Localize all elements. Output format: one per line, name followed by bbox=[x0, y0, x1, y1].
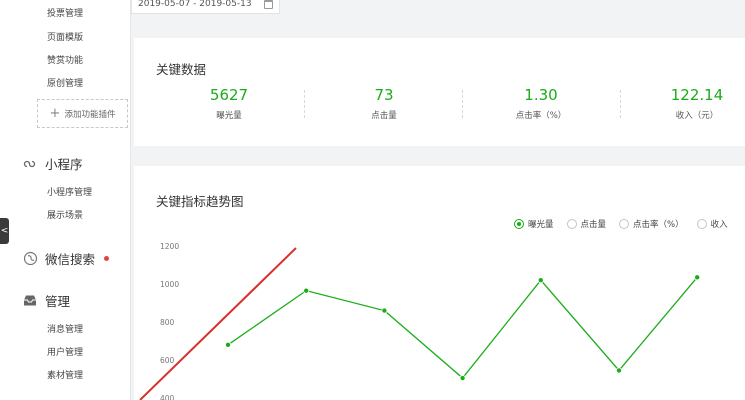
sidebar-section-management[interactable]: 管理 bbox=[22, 291, 70, 310]
metric-ctr: 1.30 点击率（%） bbox=[476, 86, 606, 121]
y-tick-label: 400 bbox=[160, 394, 175, 400]
metric-exposure: 5627 曝光量 bbox=[164, 86, 294, 121]
data-point bbox=[225, 341, 232, 348]
sidebar-item-message-management[interactable]: 消息管理 bbox=[47, 322, 83, 335]
date-range-picker[interactable]: 2019-05-07 - 2019-05-13 bbox=[131, 0, 280, 14]
y-tick-label: 800 bbox=[160, 318, 175, 327]
trend-line-chart: 1200 1000 800 600 400 bbox=[160, 242, 701, 400]
metric-value: 73 bbox=[374, 86, 394, 104]
metric-label: 收入（元） bbox=[675, 111, 719, 121]
data-point bbox=[381, 307, 388, 314]
metric-value: 1.30 bbox=[524, 86, 558, 104]
sidebar: 投票管理 页面模版 赞赏功能 原创管理 + 添加功能插件 小程序 小程序管理 展… bbox=[0, 0, 131, 400]
data-point bbox=[303, 287, 310, 294]
wechat-search-icon bbox=[22, 251, 38, 267]
sidebar-item-original[interactable]: 原创管理 bbox=[47, 76, 83, 89]
metric-label: 点击量 bbox=[371, 111, 397, 121]
y-tick-label: 1200 bbox=[160, 242, 179, 251]
chevron-left-icon: < bbox=[0, 226, 9, 236]
section-title: 小程序 bbox=[45, 157, 83, 172]
key-data-card: 关键数据 5627 曝光量 73 点击量 1.30 点击率（%） 122.14 … bbox=[134, 38, 745, 146]
data-point bbox=[694, 274, 701, 281]
data-point bbox=[459, 375, 466, 382]
metric-divider bbox=[620, 90, 621, 118]
metric-value: 5627 bbox=[209, 86, 249, 104]
sidebar-item-user-management[interactable]: 用户管理 bbox=[47, 345, 83, 358]
calendar-icon bbox=[263, 0, 273, 9]
inbox-icon bbox=[22, 293, 38, 309]
metric-label: 点击率（%） bbox=[515, 111, 567, 121]
add-plugin-button[interactable]: + 添加功能插件 bbox=[37, 99, 128, 128]
metric-income: 122.14 收入（元） bbox=[632, 86, 745, 121]
series-line-exposure bbox=[227, 276, 698, 379]
sidebar-item-vote-management[interactable]: 投票管理 bbox=[47, 6, 83, 19]
sidebar-section-wechat-search[interactable]: 微信搜索 bbox=[22, 249, 110, 268]
sidebar-item-material-management[interactable]: 素材管理 bbox=[47, 368, 83, 381]
plus-icon: + bbox=[49, 106, 61, 121]
section-title: 管理 bbox=[45, 294, 71, 309]
date-range-value: 2019-05-07 - 2019-05-13 bbox=[138, 0, 252, 9]
sidebar-item-display-scene[interactable]: 展示场景 bbox=[47, 208, 83, 221]
sidebar-section-mini-program[interactable]: 小程序 bbox=[22, 154, 83, 173]
trend-card: 关键指标趋势图 曝光量 点击量 点击率（%） 收入 1200 1000 800 600… bbox=[134, 166, 745, 400]
sidebar-collapse-button[interactable]: < bbox=[0, 218, 9, 244]
add-plugin-label: 添加功能插件 bbox=[64, 109, 116, 120]
metric-label: 曝光量 bbox=[216, 111, 242, 121]
metric-clicks: 73 点击量 bbox=[319, 86, 449, 121]
section-title: 微信搜索 bbox=[45, 252, 96, 267]
sidebar-item-reward[interactable]: 赞赏功能 bbox=[47, 53, 83, 66]
sidebar-item-mini-program-management[interactable]: 小程序管理 bbox=[47, 185, 92, 198]
notification-dot bbox=[104, 256, 110, 261]
metric-value: 122.14 bbox=[670, 86, 724, 104]
sidebar-item-page-template[interactable]: 页面模版 bbox=[47, 30, 83, 43]
metric-divider bbox=[462, 90, 463, 118]
y-tick-label: 600 bbox=[160, 356, 175, 365]
data-point bbox=[615, 367, 622, 374]
metric-divider bbox=[304, 90, 305, 118]
y-tick-label: 1000 bbox=[160, 280, 179, 289]
mini-program-icon bbox=[22, 156, 38, 172]
card-title: 关键数据 bbox=[156, 62, 207, 77]
data-point bbox=[537, 277, 544, 284]
